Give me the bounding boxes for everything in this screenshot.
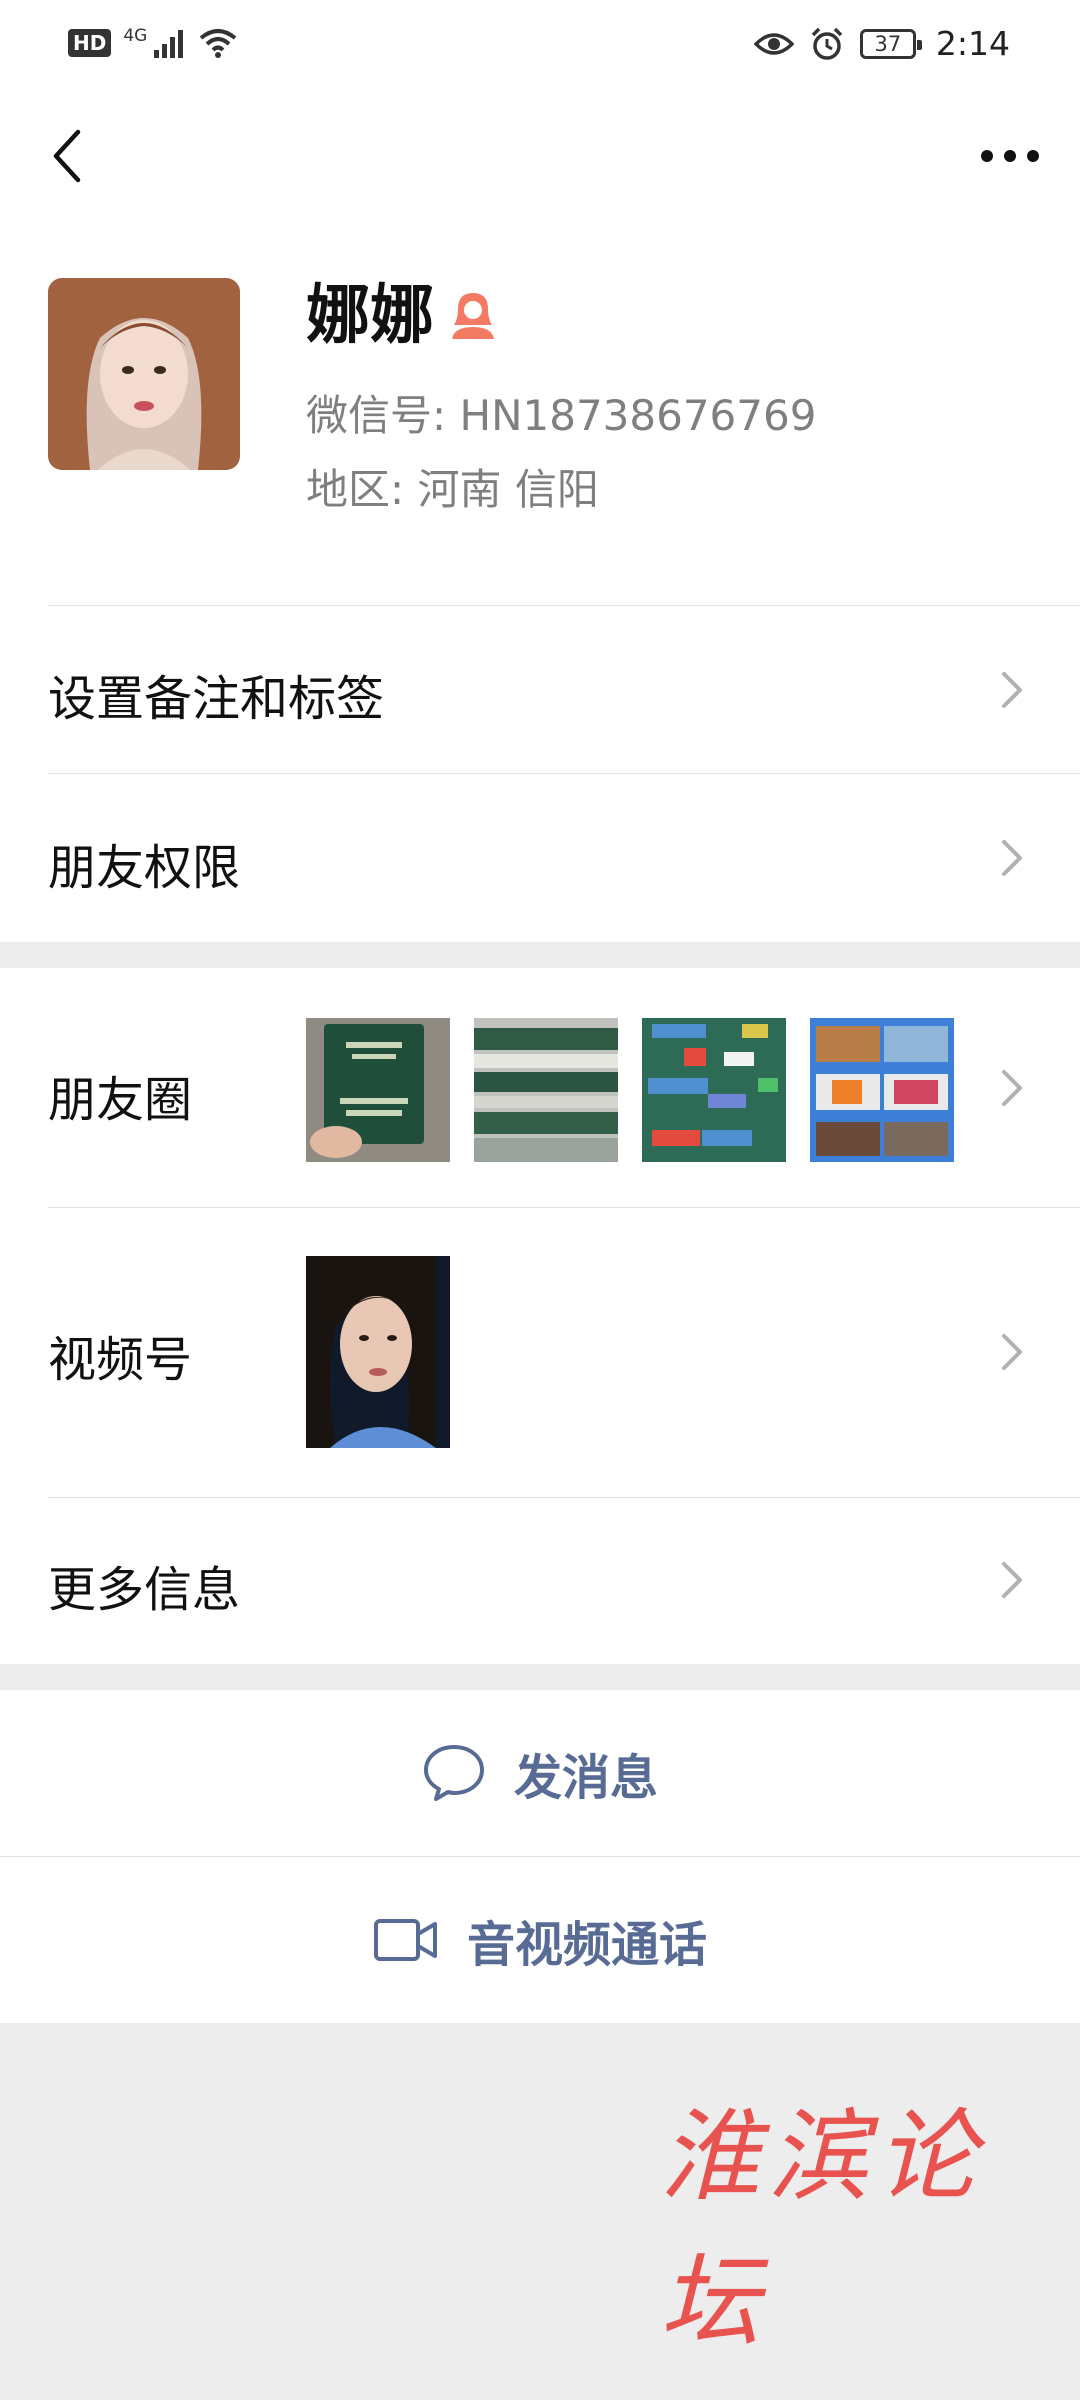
battery-level: 37	[874, 31, 902, 56]
send-message-label: 发消息	[513, 1750, 658, 1806]
chevron-right-icon	[1002, 672, 1022, 708]
friend-permissions-label: 朋友权限	[48, 840, 241, 896]
status-left: HD 4G	[68, 26, 237, 58]
status-right: 37 2:14	[753, 24, 1010, 63]
more-info-label: 更多信息	[48, 1562, 241, 1618]
chat-bubble-icon	[423, 1745, 484, 1801]
wechat-id: 微信号: HN18738676769	[306, 391, 817, 440]
hd-badge: HD	[68, 29, 112, 57]
chevron-right-icon	[1002, 1070, 1022, 1106]
network-type: 4G	[123, 26, 148, 46]
avatar[interactable]	[48, 278, 240, 470]
moments-thumbnail	[306, 1018, 450, 1162]
signal-icon	[154, 30, 184, 58]
voice-video-call-button[interactable]: 音视频通话	[0, 1857, 1080, 2023]
nav-bar	[0, 92, 1080, 222]
region: 地区: 河南 信阳	[306, 465, 599, 514]
chevron-left-icon	[53, 129, 81, 183]
female-gender-icon	[452, 293, 494, 339]
back-button[interactable]	[36, 126, 96, 186]
clock: 2:14	[935, 24, 1010, 63]
moments-thumbnail	[810, 1018, 954, 1162]
chevron-right-icon	[1002, 1562, 1022, 1598]
eye-icon	[753, 32, 794, 55]
moments-thumbnail	[642, 1018, 786, 1162]
send-message-button[interactable]: 发消息	[0, 1690, 1080, 1856]
channels-label: 视频号	[48, 1332, 193, 1388]
contact-name: 娜娜	[306, 279, 434, 353]
battery-indicator: 37	[859, 28, 922, 59]
voice-video-call-label: 音视频通话	[466, 1917, 707, 1973]
set-remark-tags-label: 设置备注和标签	[48, 671, 385, 727]
alarm-icon	[811, 27, 843, 60]
avatar-photo	[48, 278, 240, 470]
channels-row[interactable]: 视频号	[0, 1208, 1080, 1498]
moments-thumbnail	[474, 1018, 618, 1162]
wifi-icon	[200, 29, 237, 58]
more-icon	[981, 150, 1039, 162]
status-bar: HD 4G 37 2:14	[0, 0, 1080, 92]
chevron-right-icon	[1002, 1334, 1022, 1370]
name-row: 娜娜	[306, 284, 496, 348]
channels-thumbnail	[306, 1256, 450, 1448]
watermark: 淮滨论坛	[660, 2098, 984, 2360]
more-info-row[interactable]: 更多信息	[0, 1498, 1080, 1664]
more-options-button[interactable]	[970, 126, 1050, 186]
friend-permissions-row[interactable]: 朋友权限	[0, 774, 1080, 942]
moments-label: 朋友圈	[48, 1072, 193, 1128]
profile-header: 娜娜 微信号: HN18738676769 地区: 河南 信阳	[0, 222, 1080, 606]
chevron-right-icon	[1002, 840, 1022, 876]
moments-row[interactable]: 朋友圈	[0, 968, 1080, 1208]
set-remark-tags-row[interactable]: 设置备注和标签	[0, 606, 1080, 774]
video-camera-icon	[373, 1919, 437, 1961]
